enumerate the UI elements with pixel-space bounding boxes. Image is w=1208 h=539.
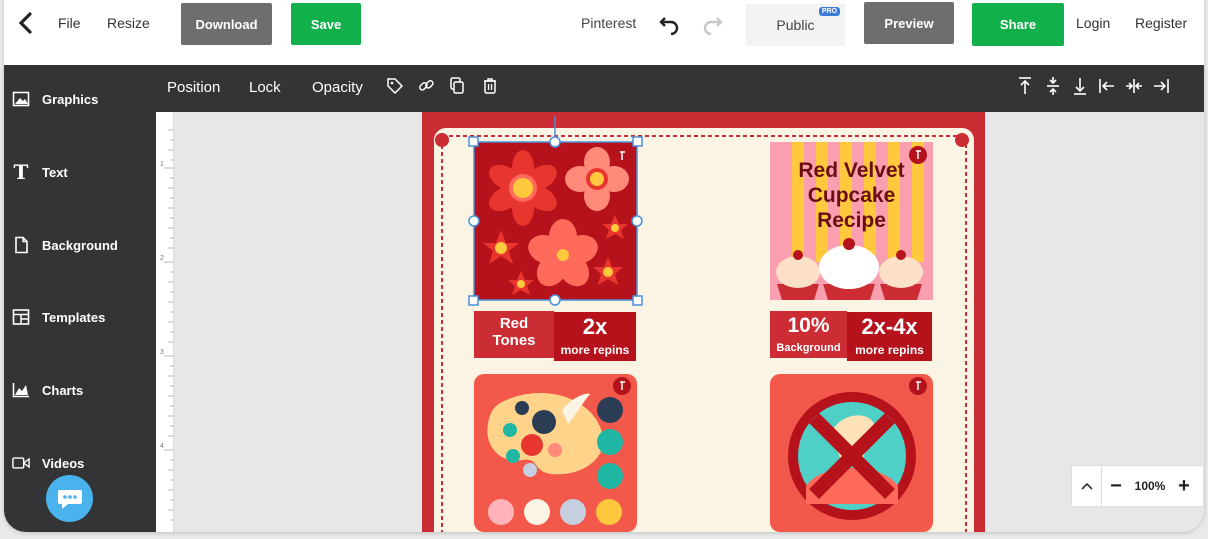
link-icon[interactable] xyxy=(417,76,435,96)
sidebar-item-text[interactable]: T Text xyxy=(12,161,152,183)
ruler-mark: 3 xyxy=(160,349,164,356)
tile2-title: Red Velvet Cupcake Recipe xyxy=(770,158,933,233)
text-icon: T xyxy=(13,160,29,184)
opacity-menu[interactable]: Opacity xyxy=(312,79,363,96)
tile2-stat-right-big: 2x-4x xyxy=(861,314,918,339)
chat-icon xyxy=(57,489,82,509)
undo-icon[interactable] xyxy=(657,11,681,35)
tile2-stat-right-small: more repins xyxy=(855,343,924,357)
tile1-stat-big: 2x xyxy=(582,314,608,339)
resize-menu[interactable]: Resize xyxy=(107,15,150,31)
canvas-area: 1 2 3 4 Red Tones 2x more repins Red Vel… xyxy=(156,112,1204,532)
align-bottom-icon[interactable] xyxy=(1071,76,1089,96)
ruler-mark: 2 xyxy=(160,255,164,262)
login-link[interactable]: Login xyxy=(1076,15,1110,31)
layout-icon xyxy=(12,308,30,326)
file-menu[interactable]: File xyxy=(58,15,81,31)
sidebar-item-label: Text xyxy=(42,164,68,180)
lock-menu[interactable]: Lock xyxy=(249,79,281,96)
image-icon xyxy=(12,90,30,108)
pro-badge: PRO xyxy=(818,7,840,16)
sidebar-item-charts[interactable]: Charts xyxy=(12,379,152,401)
zoom-level: 100% xyxy=(1134,479,1166,493)
sidebar-item-label: Charts xyxy=(42,382,84,398)
zoom-control: − 100% + xyxy=(1071,465,1204,507)
design-page[interactable]: Red Tones 2x more repins Red Velvet Cupc… xyxy=(422,112,985,532)
chat-button[interactable] xyxy=(46,475,93,522)
download-button[interactable]: Download xyxy=(181,3,272,45)
app-window: File Resize Download Save Pinterest Publ… xyxy=(4,0,1204,532)
sidebar: Graphics T Text Background Templates Cha… xyxy=(4,92,156,532)
align-middle-icon[interactable] xyxy=(1044,76,1062,96)
sidebar-item-label: Templates xyxy=(42,309,106,325)
vertical-ruler: 1 2 3 4 xyxy=(156,112,174,532)
share-button[interactable]: Share xyxy=(972,3,1064,46)
tile2-title-line: Red Velvet xyxy=(798,159,905,182)
chart-icon xyxy=(12,381,30,399)
visibility-dropdown[interactable]: Public PRO xyxy=(746,4,845,46)
align-left-icon[interactable] xyxy=(1098,76,1116,96)
sidebar-item-graphics[interactable]: Graphics xyxy=(12,88,152,110)
video-icon xyxy=(12,454,30,472)
zoom-in-button[interactable]: + xyxy=(1170,475,1198,498)
tile2-stat-left-big: 10% xyxy=(787,314,830,337)
tag-icon[interactable] xyxy=(386,76,404,96)
platform-label: Pinterest xyxy=(581,15,637,31)
tile1-label-left: Red Tones xyxy=(492,315,536,349)
align-top-icon[interactable] xyxy=(1016,76,1034,96)
tile2-stat-left-small: Background xyxy=(776,342,841,354)
trash-icon[interactable] xyxy=(481,76,499,96)
sidebar-item-videos[interactable]: Videos xyxy=(12,452,152,474)
sidebar-item-templates[interactable]: Templates xyxy=(12,306,152,328)
redo-icon[interactable] xyxy=(701,11,725,35)
tile2-title-line: Cupcake xyxy=(807,184,896,207)
chevron-up-icon[interactable] xyxy=(1072,465,1102,507)
object-toolbar: Position Lock Opacity xyxy=(4,65,1204,112)
visibility-label: Public xyxy=(776,17,815,33)
register-link[interactable]: Register xyxy=(1135,15,1187,31)
save-button[interactable]: Save xyxy=(291,3,361,45)
sidebar-item-label: Background xyxy=(42,237,118,253)
page-icon xyxy=(12,236,30,254)
align-right-icon[interactable] xyxy=(1152,76,1170,96)
tile1-stat-small: more repins xyxy=(560,343,630,357)
sidebar-item-background[interactable]: Background xyxy=(12,234,152,256)
sidebar-item-label: Videos xyxy=(42,455,85,471)
ruler-mark: 1 xyxy=(160,161,164,168)
zoom-out-button[interactable]: − xyxy=(1102,475,1130,498)
duplicate-icon[interactable] xyxy=(448,76,466,96)
sidebar-item-label: Graphics xyxy=(42,91,99,107)
back-icon[interactable] xyxy=(12,10,38,36)
position-menu[interactable]: Position xyxy=(167,79,220,96)
tile2-title-line: Recipe xyxy=(817,209,886,232)
align-center-icon[interactable] xyxy=(1125,76,1143,96)
top-bar: File Resize Download Save Pinterest Publ… xyxy=(4,0,1204,65)
ruler-mark: 4 xyxy=(160,443,164,450)
preview-button[interactable]: Preview xyxy=(864,2,954,44)
